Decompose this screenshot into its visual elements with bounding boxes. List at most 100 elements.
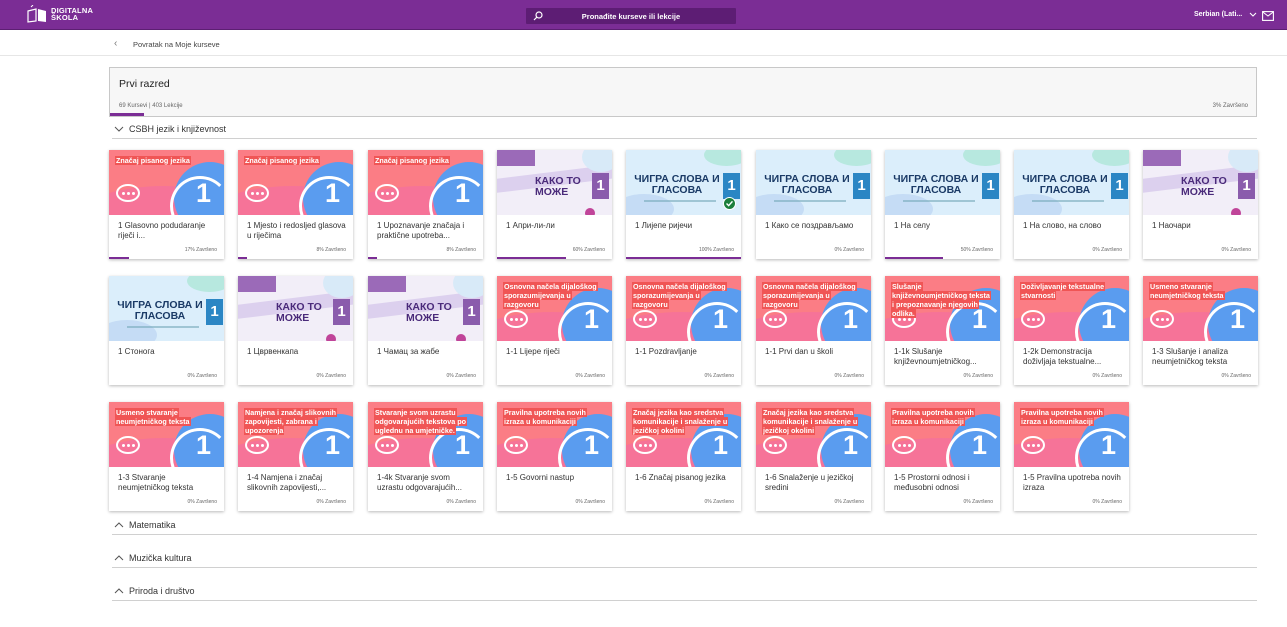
course-progress-label: 8% Završeno xyxy=(316,247,346,253)
thumbnail-number: 1 xyxy=(195,178,211,208)
chevron-up-icon xyxy=(114,522,124,528)
chevron-left-icon[interactable]: ‹ xyxy=(114,38,117,49)
thumbnail-title: Osnovna načela dijaloškog sporazumijevan… xyxy=(503,282,598,309)
section-csbh[interactable]: CSBH jezik i književnost xyxy=(112,124,1257,139)
thumbnail-number: 1 xyxy=(853,173,870,199)
course-card[interactable]: КАКО ТО МОЖЕ 1 1 Апри-ли-ли 60% Završeno xyxy=(497,150,612,259)
course-card[interactable]: 1 Pravilna upotreba novih izraza u komun… xyxy=(885,402,1000,511)
course-progress-label: 8% Završeno xyxy=(446,247,476,253)
thumbnail-title: ЧИГРА СЛОВА И ГЛАСОВА xyxy=(1022,173,1108,196)
course-card[interactable]: 1 Značaj pisanog jezika 1 Mjesto i redos… xyxy=(238,150,353,259)
section-muzicka-kultura[interactable]: Muzička kultura xyxy=(112,553,1257,568)
course-card[interactable]: ЧИГРА СЛОВА И ГЛАСОВА 1 1 Стонога 0% Zav… xyxy=(109,276,224,385)
language-selector[interactable]: Serbian (Lati... xyxy=(1194,11,1257,18)
chevron-down-icon xyxy=(114,126,124,132)
course-name: 1-1 Pozdravljanje xyxy=(635,347,697,356)
course-name: 1-3 Slušanje i analiza neumjetničkog tek… xyxy=(1152,347,1229,366)
thumbnail-title: Osnovna načela dijaloškog sporazumijevan… xyxy=(762,282,857,309)
course-card[interactable]: 1 Značaj pisanog jezika 1 Glasovno podud… xyxy=(109,150,224,259)
course-thumbnail: 1 Značaj jezika kao sredstva komunikacij… xyxy=(756,402,871,467)
course-card[interactable]: КАКО ТО МОЖЕ 1 1 Цврвенкапа 0% Završeno xyxy=(238,276,353,385)
section-title: Muzička kultura xyxy=(129,553,192,563)
course-thumbnail: 1 Pravilna upotreba novih izraza u komun… xyxy=(497,402,612,467)
course-name: 1 На слово, на слово xyxy=(1023,221,1102,230)
course-card[interactable]: 1 Slušanje književnoumjetničkog teksta i… xyxy=(885,276,1000,385)
course-thumbnail: 1 Osnovna načela dijaloškog sporazumijev… xyxy=(626,276,741,341)
course-name: 1 Наочари xyxy=(1152,221,1191,230)
course-card[interactable]: ЧИГРА СЛОВА И ГЛАСОВА 1 1 На селу 50% Za… xyxy=(885,150,1000,259)
course-progress-label: 0% Završeno xyxy=(963,373,993,379)
chat-bubble-icon xyxy=(375,436,399,454)
course-card[interactable]: 1 Značaj pisanog jezika 1 Upoznavanje zn… xyxy=(368,150,483,259)
course-name: 1-2k Demonstracija doživljaja tekstualne… xyxy=(1023,347,1102,366)
thumbnail-title: Značaj pisanog jezika xyxy=(115,156,191,165)
chat-bubble-icon xyxy=(1021,310,1045,328)
course-progress-label: 0% Završeno xyxy=(316,499,346,505)
course-progress-bar xyxy=(885,257,943,259)
course-card[interactable]: 1 Usmeno stvaranje neumjetničkog teksta … xyxy=(1143,276,1258,385)
thumbnail-title: Stvaranje svom uzrastu odgovarajućih tek… xyxy=(374,408,468,435)
course-card[interactable]: 1 Značaj jezika kao sredstva komunikacij… xyxy=(626,402,741,511)
course-card[interactable]: 1 Doživljavanje tekstualne stvarnosti 1-… xyxy=(1014,276,1129,385)
course-card[interactable]: 1 Pravilna upotreba novih izraza u komun… xyxy=(497,402,612,511)
thumbnail-number: 1 xyxy=(333,299,350,325)
thumbnail-title: ЧИГРА СЛОВА И ГЛАСОВА xyxy=(764,173,850,196)
section-matematika[interactable]: Matematika xyxy=(112,520,1257,535)
thumbnail-number: 1 xyxy=(1100,304,1116,334)
course-progress-bar xyxy=(368,257,378,259)
thumbnail-number: 1 xyxy=(1111,173,1128,199)
course-card[interactable]: 1 Pravilna upotreba novih izraza u komun… xyxy=(1014,402,1129,511)
thumbnail-title: ЧИГРА СЛОВА И ГЛАСОВА xyxy=(634,173,720,196)
course-thumbnail: 1 Osnovna načela dijaloškog sporazumijev… xyxy=(497,276,612,341)
thumbnail-number: 1 xyxy=(1100,430,1116,460)
course-card[interactable]: 1 Značaj jezika kao sredstva komunikacij… xyxy=(756,402,871,511)
course-thumbnail: 1 Stvaranje svom uzrastu odgovarajućih t… xyxy=(368,402,483,467)
chat-bubble-icon xyxy=(116,184,140,202)
course-progress-label: 50% Završeno xyxy=(960,247,993,253)
course-card[interactable]: 1 Stvaranje svom uzrastu odgovarajućih t… xyxy=(368,402,483,511)
course-card[interactable]: КАКО ТО МОЖЕ 1 1 Наочари 0% Završeno xyxy=(1143,150,1258,259)
course-progress-bar xyxy=(626,257,741,259)
section-priroda-i-drustvo[interactable]: Priroda i društvo xyxy=(112,586,1257,601)
course-progress-label: 0% Završeno xyxy=(316,373,346,379)
search-input[interactable]: Pronađite kurseve ili lekcije xyxy=(526,8,736,24)
thumbnail-title: Značaj pisanog jezika xyxy=(374,156,450,165)
course-thumbnail: 1 Usmeno stvaranje neumjetničkog teksta xyxy=(1143,276,1258,341)
course-thumbnail: 1 Značaj jezika kao sredstva komunikacij… xyxy=(626,402,741,467)
course-name: 1-1 Prvi dan u školi xyxy=(765,347,834,356)
back-to-my-courses-link[interactable]: Povratak na Moje kurseve xyxy=(133,40,220,49)
top-bar: DIGITALNA ŠKOLA Pronađite kurseve ili le… xyxy=(0,0,1287,30)
chat-bubble-icon xyxy=(116,436,140,454)
course-thumbnail: ЧИГРА СЛОВА И ГЛАСОВА 1 xyxy=(885,150,1000,215)
course-thumbnail: 1 Značaj pisanog jezika xyxy=(368,150,483,215)
course-card[interactable]: КАКО ТО МОЖЕ 1 1 Чамац за жабе 0% Završe… xyxy=(368,276,483,385)
course-progress-label: 0% Završeno xyxy=(1092,247,1122,253)
course-card[interactable]: ЧИГРА СЛОВА И ГЛАСОВА 1 1 На слово, на с… xyxy=(1014,150,1129,259)
search-icon xyxy=(533,11,543,21)
language-label: Serbian (Lati... xyxy=(1194,11,1243,18)
back-bar: ‹ Povratak na Moje kurseve xyxy=(0,31,1287,56)
thumbnail-number: 1 xyxy=(583,430,599,460)
course-progress-label: 0% Završeno xyxy=(1221,373,1251,379)
course-name: 1 Како се поздрављамо xyxy=(765,221,854,230)
chat-bubble-icon xyxy=(504,310,528,328)
chat-bubble-icon xyxy=(245,184,269,202)
course-card[interactable]: 1 Osnovna načela dijaloškog sporazumijev… xyxy=(497,276,612,385)
logo[interactable]: DIGITALNA ŠKOLA xyxy=(26,5,93,23)
course-name: 1-5 Pravilna upotreba novih izraza xyxy=(1023,473,1121,492)
thumbnail-title: КАКО ТО МОЖЕ xyxy=(535,175,581,198)
thumbnail-title: Slušanje književnoumjetničkog teksta i p… xyxy=(891,282,991,318)
course-meta: 69 Kursevi | 403 Lekcije xyxy=(119,103,183,109)
course-card[interactable]: 1 Osnovna načela dijaloškog sporazumijev… xyxy=(756,276,871,385)
course-card[interactable]: 1 Namjena i značaj slikovnih zapovijesti… xyxy=(238,402,353,511)
course-card[interactable]: ЧИГРА СЛОВА И ГЛАСОВА 1 1 Како се поздра… xyxy=(756,150,871,259)
course-card[interactable]: 1 Usmeno stvaranje neumjetničkog teksta … xyxy=(109,402,224,511)
course-thumbnail: ЧИГРА СЛОВА И ГЛАСОВА 1 xyxy=(756,150,871,215)
course-progress-bar xyxy=(110,113,145,116)
course-name: 1-4k Stvaranje svom uzrastu odgovarajući… xyxy=(377,473,462,492)
course-name: 1 Glasovno podudaranje riječi i... xyxy=(118,221,206,240)
course-card[interactable]: ЧИГРА СЛОВА И ГЛАСОВА 1 1 Лијепе ријечи … xyxy=(626,150,741,259)
mail-icon[interactable] xyxy=(1262,11,1274,21)
course-card[interactable]: 1 Osnovna načela dijaloškog sporazumijev… xyxy=(626,276,741,385)
thumbnail-number: 1 xyxy=(971,430,987,460)
